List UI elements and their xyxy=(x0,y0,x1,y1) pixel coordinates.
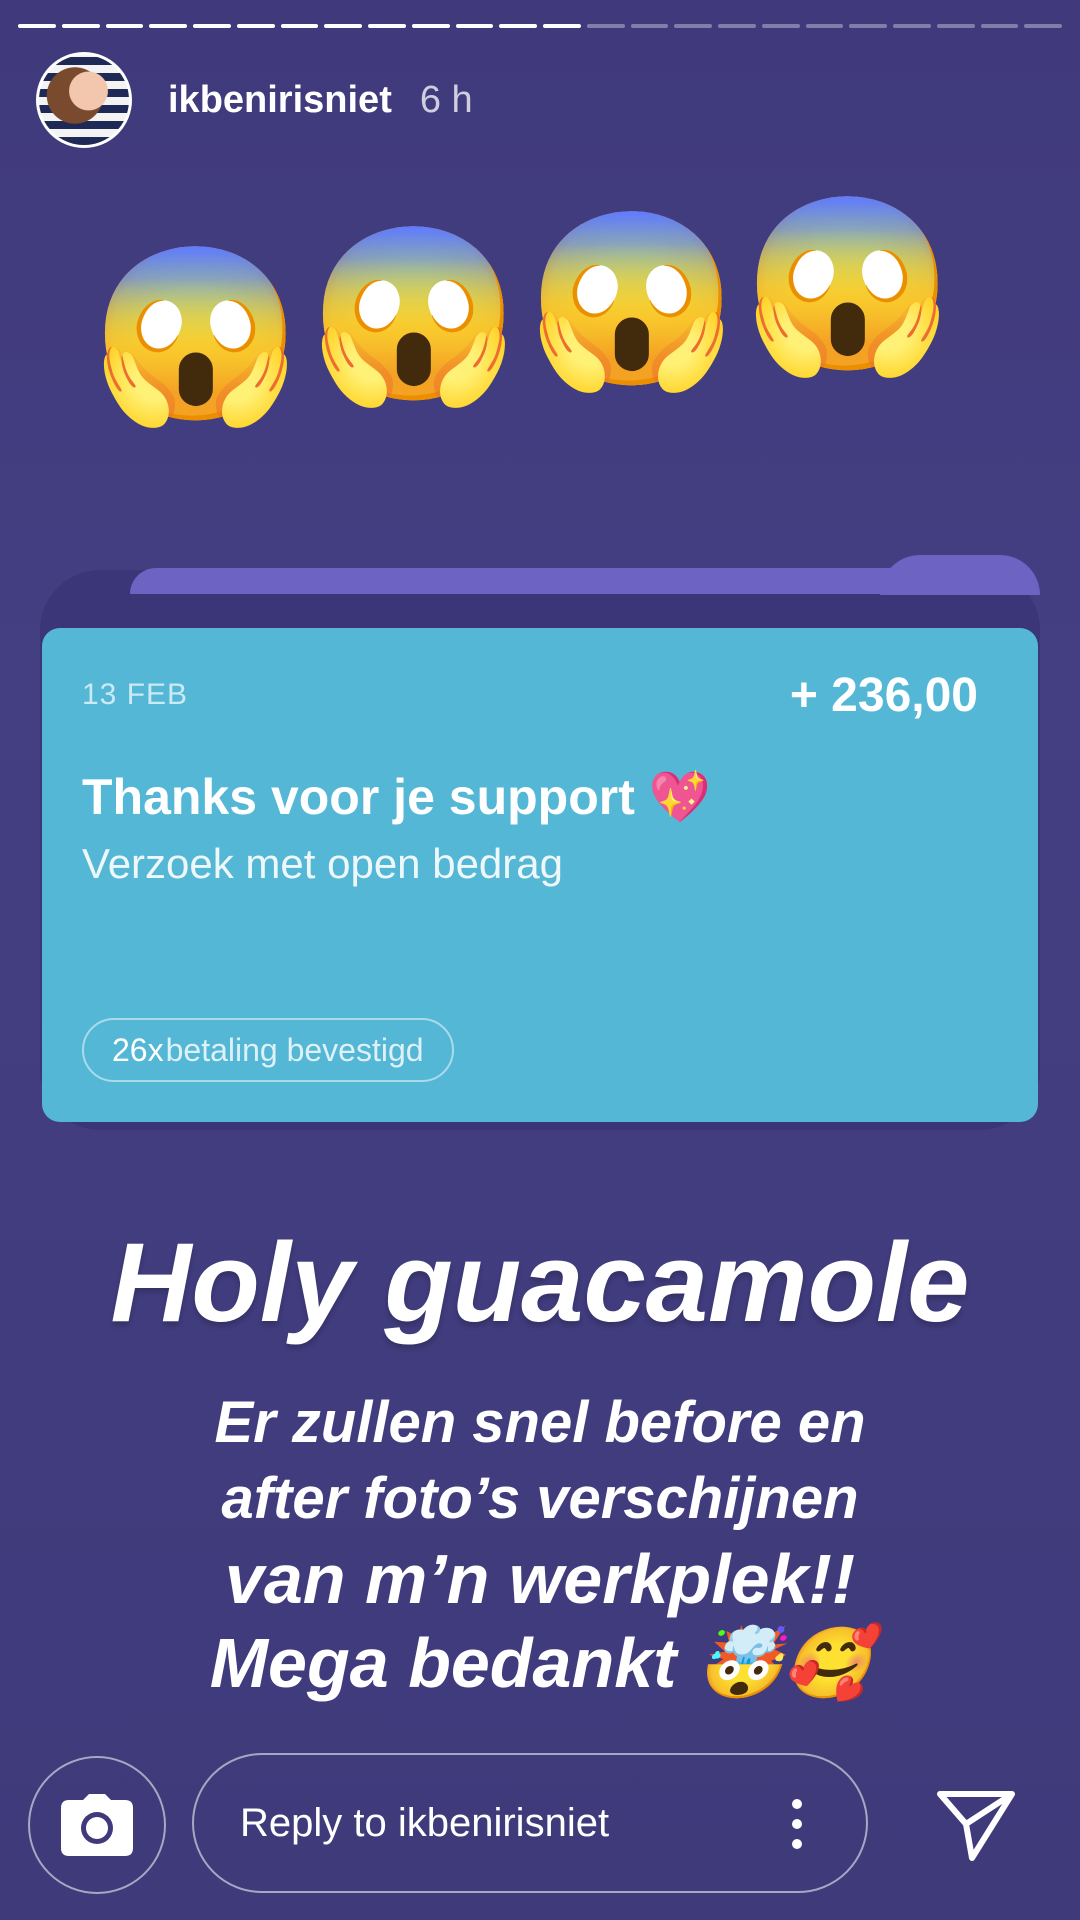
caption-line: van m’n werkplek!! xyxy=(224,1540,856,1618)
progress-segment xyxy=(18,24,56,28)
progress-segment xyxy=(1024,24,1062,28)
progress-segment xyxy=(411,24,450,28)
caption-line: Mega bedankt 🤯🥰 xyxy=(209,1624,871,1702)
badge-label: betaling bevestigd xyxy=(165,1031,424,1068)
payment-card: 13 FEB + 236,00 Thanks voor je support 💖… xyxy=(42,628,1038,1122)
progress-segment xyxy=(455,24,494,28)
post-time: 6 h xyxy=(419,78,473,121)
camera-icon xyxy=(61,1794,133,1856)
story-header: ikbenirisniet 6 h xyxy=(36,52,473,148)
badge-count: 26x xyxy=(112,1031,164,1068)
story-progress-bar xyxy=(18,24,1062,28)
emoji-sticker-row: 😱 😱 😱 😱 xyxy=(90,200,954,490)
reply-placeholder: Reply to ikbenirisniet xyxy=(240,1800,610,1845)
progress-segment xyxy=(499,24,537,28)
payment-title: Thanks voor je support 💖 xyxy=(82,769,712,825)
progress-segment xyxy=(236,24,275,28)
progress-segment xyxy=(586,24,625,28)
payment-amount: + 236,00 xyxy=(789,669,978,722)
progress-segment xyxy=(149,24,187,28)
progress-segment xyxy=(718,24,756,28)
progress-segment xyxy=(980,24,1019,28)
username[interactable]: ikbenirisniet xyxy=(168,79,392,122)
progress-segment xyxy=(674,24,712,28)
caption-line: Er zullen snel before en xyxy=(214,1390,866,1455)
more-vertical-icon[interactable] xyxy=(792,1799,802,1849)
progress-segment xyxy=(368,24,406,28)
progress-segment xyxy=(280,24,319,28)
progress-segment xyxy=(105,24,144,28)
screaming-face-emoji: 😱 xyxy=(90,240,302,430)
progress-segment xyxy=(193,24,231,28)
progress-segment xyxy=(543,24,581,28)
payment-date: 13 FEB xyxy=(82,678,189,711)
progress-segment xyxy=(849,24,887,28)
camera-button[interactable] xyxy=(28,1756,166,1894)
caption-line: after foto’s verschijnen xyxy=(221,1466,859,1531)
progress-segment xyxy=(630,24,669,28)
progress-segment xyxy=(61,24,100,28)
progress-segment xyxy=(324,24,362,28)
screaming-face-emoji: 😱 xyxy=(308,220,520,410)
progress-segment xyxy=(936,24,975,28)
payment-subtitle: Verzoek met open bedrag xyxy=(82,840,563,887)
screaming-face-emoji: 😱 xyxy=(526,205,738,395)
reply-input[interactable]: Reply to ikbenirisniet xyxy=(192,1753,868,1893)
payment-confirmation-badge: 26x betaling bevestigd xyxy=(82,1018,454,1082)
card-tab-decoration xyxy=(880,555,1040,595)
progress-segment xyxy=(893,24,931,28)
avatar[interactable] xyxy=(36,52,132,148)
headline-text: Holy guacamole xyxy=(110,1220,970,1345)
story-caption: Er zullen snel before en after foto’s ve… xyxy=(0,1385,1080,1705)
progress-segment xyxy=(761,24,800,28)
screaming-face-emoji: 😱 xyxy=(742,190,954,380)
progress-segment xyxy=(805,24,844,28)
send-icon[interactable] xyxy=(936,1790,1016,1862)
